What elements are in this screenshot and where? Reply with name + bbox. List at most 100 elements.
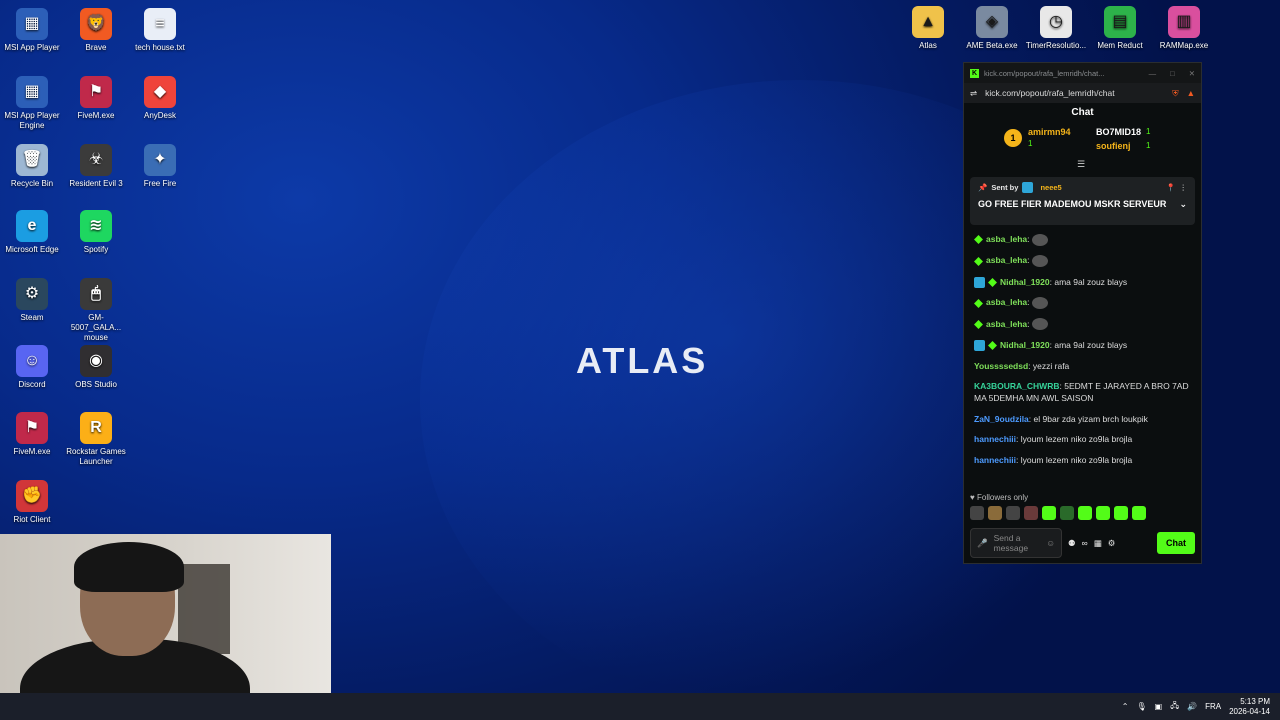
- pinned-sender[interactable]: neee5: [1040, 183, 1061, 192]
- desktop-icon[interactable]: ▤ Mem Reduct: [1088, 2, 1152, 51]
- desktop-icon[interactable]: ▦ MSI App Player: [0, 4, 64, 53]
- atlas-logo: ATLAS: [576, 340, 709, 381]
- desktop-icon[interactable]: 🗑 Recycle Bin: [0, 140, 64, 189]
- desktop-icon-label: RAMMap.exe: [1159, 41, 1209, 50]
- minimize-icon[interactable]: —: [1149, 69, 1157, 78]
- message-input[interactable]: 🎤 Send a message ☺: [970, 528, 1062, 558]
- gear-icon[interactable]: ⚙: [1108, 538, 1116, 549]
- emote-button[interactable]: [970, 506, 984, 520]
- desktop-icon[interactable]: 🦁 Brave: [64, 4, 128, 53]
- verified-badge-icon: [974, 298, 983, 308]
- kick-chat-window: K kick.com/popout/rafa_lemridh/chat... —…: [963, 62, 1202, 564]
- chat-message: asba_leha:: [974, 318, 1191, 331]
- chevron-down-icon[interactable]: ⌄: [1179, 199, 1187, 210]
- app-tray-icon[interactable]: ▣: [1155, 702, 1163, 711]
- network-icon[interactable]: 🖧: [1170, 700, 1179, 714]
- rockstar-icon: R: [80, 412, 112, 444]
- desktop-icon[interactable]: ◆ AnyDesk: [128, 72, 192, 121]
- mouse-app-icon: 🖱: [80, 278, 112, 310]
- chat-message-text: ama 9al zouz blays: [1054, 339, 1128, 350]
- store-icon[interactable]: ▦: [1094, 538, 1102, 549]
- url-text[interactable]: kick.com/popout/rafa_lemridh/chat: [985, 88, 1164, 98]
- chat-username[interactable]: Nidhal_1920: [1000, 277, 1050, 287]
- desktop-icon[interactable]: ◷ TimerResolutio...: [1024, 2, 1088, 51]
- resident-evil-icon: ☣: [80, 144, 112, 176]
- maximize-icon[interactable]: □: [1170, 69, 1175, 78]
- desktop-icon-label: FiveM.exe: [77, 111, 115, 120]
- chat-message-text: lyoum lezem niko zo9la brojla: [1020, 434, 1133, 444]
- clock[interactable]: 5:13 PM 2026-04-14: [1229, 697, 1270, 717]
- emote-button[interactable]: [988, 506, 1002, 520]
- desktop-icon[interactable]: ◉ OBS Studio: [64, 341, 128, 390]
- url-bar[interactable]: ⇌ kick.com/popout/rafa_lemridh/chat ⛨ ▲: [964, 83, 1201, 103]
- chat-username[interactable]: asba_leha: [986, 319, 1027, 329]
- fivem-icon: ⚑: [80, 76, 112, 108]
- site-settings-icon[interactable]: ⇌: [970, 88, 977, 99]
- desktop-icon[interactable]: ≡ tech house.txt: [128, 4, 192, 53]
- window-titlebar: K kick.com/popout/rafa_lemridh/chat... —…: [964, 63, 1201, 83]
- chat-messages: asba_leha: asba_leha: Nidhal_1920: ama 9…: [964, 229, 1201, 478]
- chat-username[interactable]: ZaN_9oudzila: [974, 414, 1029, 424]
- emote-button[interactable]: [1060, 506, 1074, 520]
- infinity-icon[interactable]: ∞: [1082, 538, 1088, 548]
- unpin-icon[interactable]: 📍: [1166, 183, 1175, 192]
- chat-username[interactable]: Nidhal_1920: [1000, 340, 1050, 350]
- chat-username[interactable]: hannechiii: [974, 434, 1016, 444]
- leader-count: 1: [1146, 141, 1151, 150]
- chat-message: hannechiii: lyoum lezem niko zo9la brojl…: [974, 433, 1191, 445]
- chat-username[interactable]: hannechiii: [974, 455, 1016, 465]
- mic-tray-icon[interactable]: 🎙: [1136, 702, 1146, 711]
- leader-name[interactable]: BO7MID18: [1096, 127, 1141, 137]
- brave-rewards-icon[interactable]: ▲: [1187, 88, 1195, 98]
- desktop-icon[interactable]: ◈ AME Beta.exe: [960, 2, 1024, 51]
- pinned-message[interactable]: 📌 Sent by neee5 📍 ⋮ GO FREE FIER MADEMOU…: [970, 177, 1195, 225]
- leader-name[interactable]: amirmn94: [1028, 127, 1071, 137]
- desktop-icon[interactable]: ✦ Free Fire: [128, 140, 192, 189]
- chat-username[interactable]: Youssssedsd: [974, 361, 1028, 371]
- desktop-icon-label: AnyDesk: [143, 111, 176, 120]
- chat-message: KA3BOURA_CHWRB: 5EDMT E JARAYED A BRO 7A…: [974, 380, 1191, 404]
- brave-icon: 🦁: [80, 8, 112, 40]
- desktop-icon[interactable]: ▲ Atlas: [896, 2, 960, 51]
- emote-button[interactable]: [1096, 506, 1110, 520]
- streamer-cap: [74, 542, 184, 592]
- emote-button[interactable]: [1078, 506, 1092, 520]
- mic-icon[interactable]: 🎤: [977, 538, 988, 549]
- emote-button[interactable]: [1132, 506, 1146, 520]
- chat-username[interactable]: asba_leha: [986, 297, 1027, 307]
- chat-username[interactable]: asba_leha: [986, 255, 1027, 265]
- free-fire-icon: ✦: [144, 144, 176, 176]
- desktop-icon[interactable]: ⚙ Steam: [0, 274, 64, 323]
- desktop-icon[interactable]: ⚑ FiveM.exe: [64, 72, 128, 121]
- desktop-icon[interactable]: ≋ Spotify: [64, 206, 128, 255]
- chevron-up-icon[interactable]: ⌃: [1122, 702, 1129, 711]
- collapse-handle-icon[interactable]: ☰: [1077, 159, 1085, 170]
- emoji-icon[interactable]: ☺: [1046, 538, 1055, 548]
- emote-button[interactable]: [1042, 506, 1056, 520]
- verified-badge-icon: [988, 277, 997, 287]
- close-icon[interactable]: ✕: [1189, 69, 1195, 78]
- emote-button[interactable]: [1024, 506, 1038, 520]
- desktop-icon[interactable]: ☣ Resident Evil 3: [64, 140, 128, 189]
- send-chat-button[interactable]: Chat: [1157, 532, 1195, 554]
- chat-username[interactable]: asba_leha: [986, 234, 1027, 244]
- clock-date: 2026-04-14: [1229, 706, 1270, 716]
- desktop-icon[interactable]: ▦ MSI App Player Engine: [0, 72, 64, 131]
- volume-icon[interactable]: 🔊: [1187, 702, 1197, 711]
- brave-shield-icon[interactable]: ⛨: [1172, 88, 1178, 99]
- desktop-icon[interactable]: ☺ Discord: [0, 341, 64, 390]
- message-placeholder: Send a message: [993, 533, 1029, 553]
- emote-button[interactable]: [1114, 506, 1128, 520]
- language-indicator[interactable]: FRA: [1205, 702, 1221, 711]
- more-options-icon[interactable]: ⋮: [1180, 183, 1188, 192]
- desktop-icon[interactable]: ⚑ FiveM.exe: [0, 408, 64, 457]
- desktop-icon[interactable]: R Rockstar Games Launcher: [64, 408, 128, 467]
- leader-name[interactable]: soufienj: [1096, 141, 1131, 151]
- chat-username[interactable]: KA3BOURA_CHWRB: [974, 381, 1059, 391]
- desktop-icon[interactable]: 🖱 GM-5007_GALA... mouse: [64, 274, 128, 343]
- desktop-icon[interactable]: ✊ Riot Client: [0, 476, 64, 525]
- desktop-icon[interactable]: e Microsoft Edge: [0, 206, 64, 255]
- desktop-icon[interactable]: ▥ RAMMap.exe: [1152, 2, 1216, 51]
- emote-button[interactable]: [1006, 506, 1020, 520]
- users-icon[interactable]: ⚉: [1068, 538, 1076, 549]
